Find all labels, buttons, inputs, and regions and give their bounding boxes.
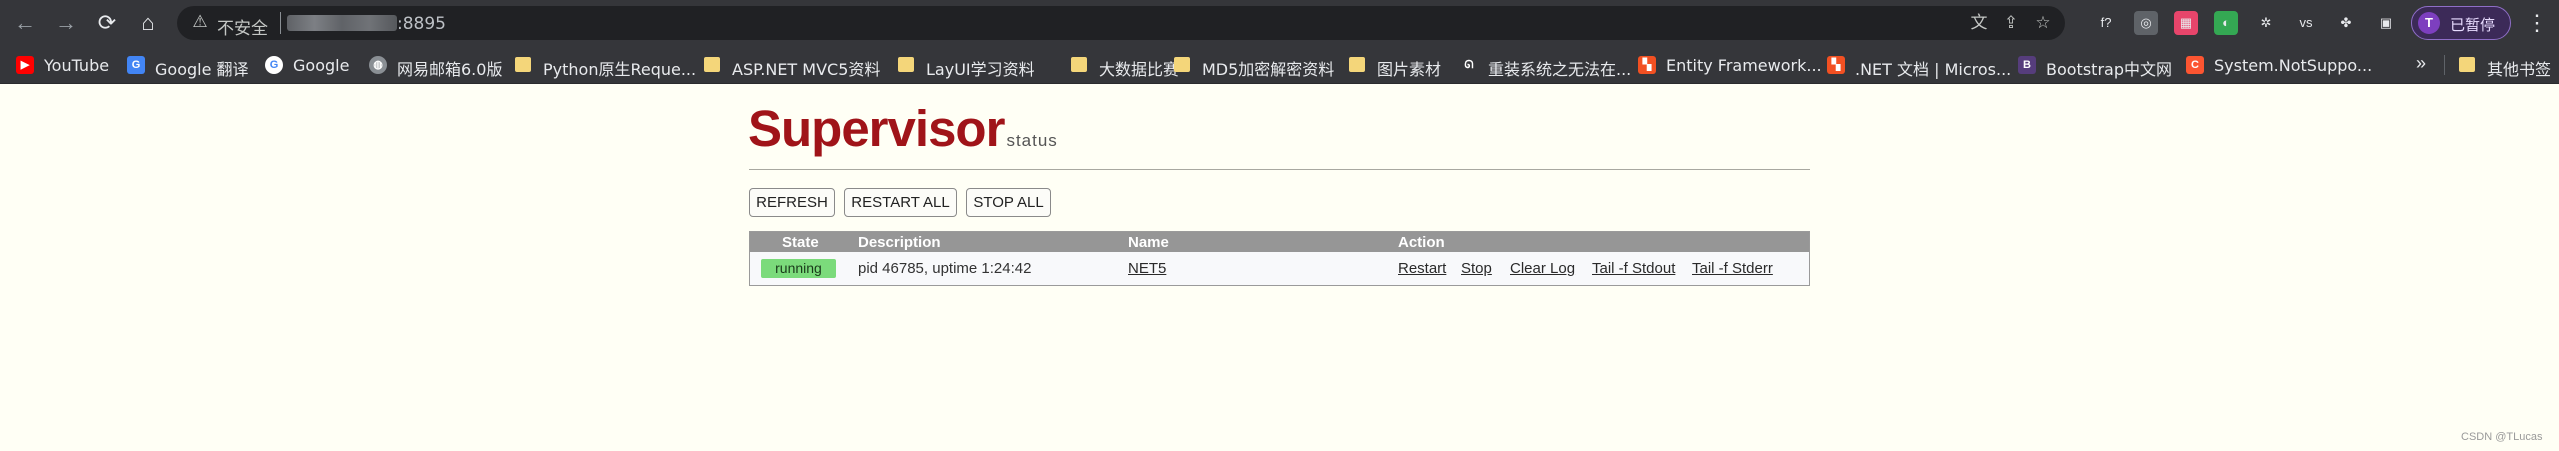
star-icon[interactable]: ☆ [2031, 12, 2055, 34]
bookmark-label: Google 翻译 [155, 60, 249, 79]
refresh-button[interactable]: REFRESH [749, 188, 835, 217]
globe-icon: ◍ [369, 56, 387, 74]
bookmark-label: 图片素材 [1377, 60, 1442, 79]
table-row: running pid 46785, uptime 1:24:42 NET5 R… [750, 252, 1809, 285]
stop-link[interactable]: Stop [1461, 260, 1492, 277]
logo-title: Supervisor [748, 100, 1005, 157]
tail-stderr-link[interactable]: Tail -f Stderr [1692, 260, 1773, 277]
reload-icon[interactable]: ⟳ [92, 8, 122, 38]
bookmark-label: 重装系统之无法在... [1488, 60, 1632, 79]
profile-status: 已暂停 [2450, 16, 2496, 34]
paw-icon: ᘏ [1460, 56, 1478, 74]
bookmark-label: Entity Framework... [1666, 56, 1822, 75]
logo-subtitle: status [1006, 131, 1058, 150]
translate-icon[interactable]: 文 [1967, 12, 1991, 34]
bookmark-label: 大数据比赛 [1099, 60, 1180, 79]
folder-icon [1071, 57, 1087, 72]
extension-green-icon[interactable]: ◐ [2214, 11, 2238, 35]
kebab-menu-icon[interactable]: ⋮ [2522, 8, 2552, 38]
forward-arrow-icon[interactable]: → [51, 8, 81, 38]
restart-link[interactable]: Restart [1398, 260, 1446, 277]
warning-icon[interactable]: ⚠ [189, 11, 211, 33]
process-table: State Description Name Action running pi… [749, 231, 1810, 286]
address-divider [280, 12, 281, 34]
microsoft-icon: ▚ [1827, 56, 1845, 74]
header-description: Description [858, 234, 941, 251]
table-header: State Description Name Action [750, 232, 1809, 252]
bookmarks-divider [2444, 55, 2445, 75]
bookmark-label: ASP.NET MVC5资料 [732, 60, 881, 79]
url-port[interactable]: :8895 [397, 14, 446, 34]
bookmark-label: MD5加密解密资料 [1202, 60, 1335, 79]
bookmark-label: 其他书签 [2487, 60, 2552, 79]
bookmark-label: YouTube [44, 56, 110, 75]
process-name-link[interactable]: NET5 [1128, 260, 1166, 277]
extension-colorful-grid-icon[interactable]: ▦ [2174, 11, 2198, 35]
bookmark-label: .NET 文档 | Micros... [1855, 60, 2012, 79]
sidebar-icon[interactable]: ▣ [2374, 11, 2398, 35]
csdn-watermark: CSDN @TLucas [2461, 431, 2543, 443]
clear-log-link[interactable]: Clear Log [1510, 260, 1575, 277]
bookmark-label: Python原生Reque... [543, 60, 697, 79]
avatar: T [2418, 12, 2440, 34]
bookmarks-overflow-icon[interactable]: » [2416, 53, 2426, 74]
header-action: Action [1398, 234, 1445, 251]
extension-vs-icon[interactable]: vs [2294, 11, 2318, 35]
bootstrap-icon: B [2018, 56, 2036, 74]
bookmark-label: LayUI学习资料 [926, 60, 1035, 79]
folder-icon [2459, 57, 2475, 72]
security-label[interactable]: 不安全 [217, 14, 268, 39]
google-icon: G [265, 56, 283, 74]
redacted-host [287, 15, 397, 31]
tail-stdout-link[interactable]: Tail -f Stdout [1592, 260, 1675, 277]
header-divider [749, 169, 1810, 170]
puzzle-icon[interactable]: ✤ [2334, 11, 2358, 35]
supervisor-logo: Supervisor status [748, 99, 1058, 158]
header-state: State [782, 234, 819, 251]
profile-button[interactable]: T 已暂停 [2411, 6, 2511, 40]
browser-toolbar: ← → ⟳ ⌂ ⚠ 不安全 :8895 文 ⇪ ☆ f? ◎ ▦ ◐ ✲ vs ✤ ▣ T 已… [0, 0, 2559, 45]
folder-icon [1174, 57, 1190, 72]
supervisor-page: Supervisor status REFRESH RESTART ALL STO… [0, 85, 2559, 451]
back-arrow-icon[interactable]: ← [10, 8, 40, 38]
bookmark-label: Bootstrap中文网 [2046, 60, 2172, 79]
font-f-icon[interactable]: f? [2094, 11, 2118, 35]
folder-icon [704, 57, 720, 72]
csdn-icon: C [2186, 56, 2204, 74]
microsoft-icon: ▚ [1638, 56, 1656, 74]
process-description: pid 46785, uptime 1:24:42 [858, 260, 1032, 277]
address-bar[interactable]: ⚠ 不安全 :8895 文 ⇪ ☆ [177, 6, 2065, 40]
status-badge: running [761, 259, 836, 278]
folder-icon [1349, 57, 1365, 72]
bookmark-label: System.NotSuppo... [2214, 56, 2373, 75]
folder-icon [898, 57, 914, 72]
restart-all-button[interactable]: RESTART ALL [844, 188, 957, 217]
bookmark-label: 网易邮箱6.0版 [397, 60, 503, 79]
google-translate-icon: G [127, 56, 145, 74]
extension-glasses-icon[interactable]: ◎ [2134, 11, 2158, 35]
bookmarks-bar: ▶ YouTube G Google 翻译 G Google ◍ 网易邮箱6.0版 Python… [0, 45, 2559, 84]
stop-all-button[interactable]: STOP ALL [966, 188, 1051, 217]
bookmark-label: Google [293, 56, 350, 75]
youtube-icon: ▶ [16, 56, 34, 74]
folder-icon [515, 57, 531, 72]
home-icon[interactable]: ⌂ [133, 8, 163, 38]
header-name: Name [1128, 234, 1169, 251]
share-icon[interactable]: ⇪ [1999, 12, 2023, 34]
extension-openai-icon[interactable]: ✲ [2254, 11, 2278, 35]
